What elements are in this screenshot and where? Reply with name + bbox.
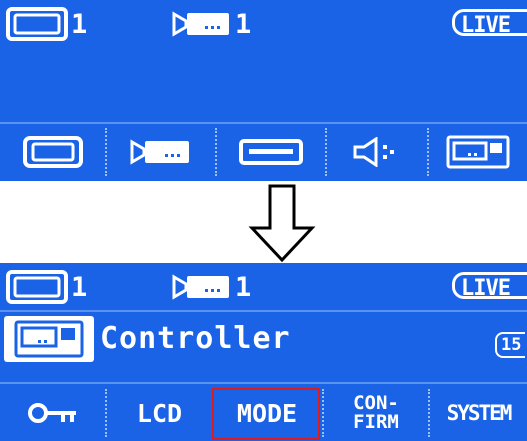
monitor-button[interactable] — [0, 124, 105, 180]
camera-number: 1 — [235, 271, 251, 303]
live-badge: LIVE — [452, 272, 527, 301]
mode-highlight-box — [212, 388, 320, 440]
camera-status: 1 — [172, 269, 251, 305]
controller-icon — [14, 320, 84, 358]
live-badge: LIVE — [452, 9, 527, 38]
monitor-status: 1 — [6, 269, 87, 305]
monitor-number: 1 — [71, 271, 87, 303]
monitor-icon — [6, 7, 68, 41]
camera-icon — [130, 139, 189, 165]
top-screen: 1 1 LIVE — [0, 0, 527, 181]
menu-count-badge: 15 — [495, 332, 526, 358]
lcd-label: LCD — [136, 398, 183, 428]
menu-header: Controller 15 — [0, 310, 527, 380]
camera-number: 1 — [235, 8, 251, 40]
monitor-status: 1 — [6, 6, 87, 42]
system-label: SYSTEM — [446, 401, 513, 425]
controller-button[interactable] — [429, 124, 527, 180]
monitor-icon — [6, 270, 68, 304]
status-bar: 1 1 LIVE — [0, 263, 527, 309]
softkey-bar: LCD MODE CON- FIRM SYSTEM — [0, 385, 527, 441]
camera-status: 1 — [172, 6, 251, 42]
recorder-button[interactable] — [217, 124, 325, 180]
function-bar — [0, 124, 527, 180]
divider — [0, 382, 527, 384]
system-softkey[interactable]: SYSTEM — [430, 385, 527, 441]
key-icon — [27, 403, 76, 423]
camera-icon — [172, 11, 229, 37]
monitor-icon — [22, 136, 83, 168]
down-arrow-icon — [248, 184, 316, 262]
confirm-softkey[interactable]: CON- FIRM — [324, 385, 428, 441]
monitor-number: 1 — [71, 8, 87, 40]
bottom-screen: 1 1 LIVE Controller 15 LCD MODE CON- FIR… — [0, 263, 527, 441]
menu-title: Controller — [100, 321, 291, 356]
camera-button[interactable] — [107, 124, 215, 180]
speaker-button[interactable] — [327, 124, 427, 180]
controller-icon — [446, 135, 510, 169]
speaker-icon — [353, 137, 394, 167]
password-softkey[interactable] — [0, 385, 105, 441]
recorder-icon — [239, 139, 303, 165]
camera-icon — [172, 274, 229, 300]
confirm-label: CON- FIRM — [353, 394, 399, 432]
menu-icon-box — [4, 316, 94, 362]
confirm-line-2: FIRM — [353, 411, 399, 433]
status-bar: 1 1 LIVE — [0, 0, 527, 46]
lcd-softkey[interactable]: LCD — [107, 385, 212, 441]
